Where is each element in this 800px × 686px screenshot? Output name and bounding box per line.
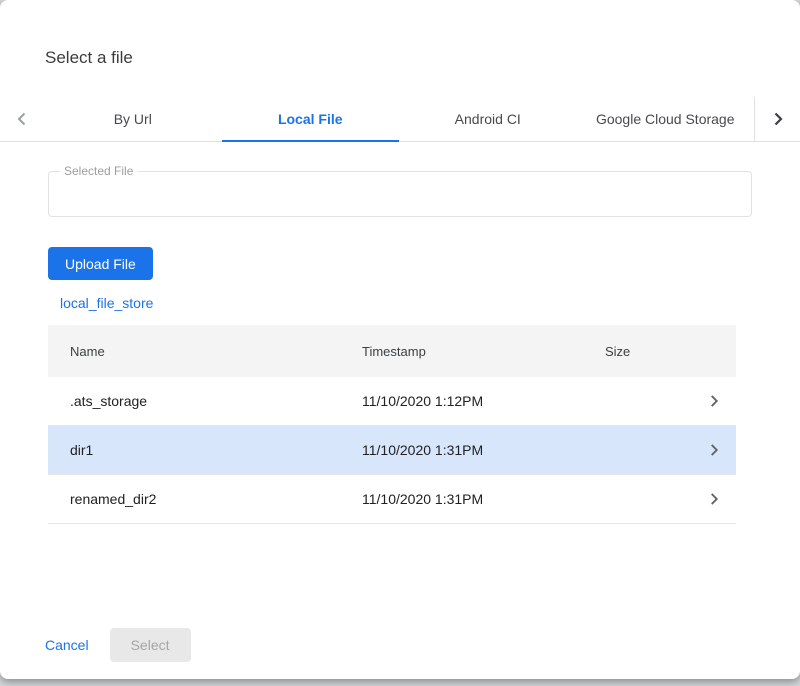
cell-timestamp: 11/10/2020 1:31PM: [362, 442, 605, 458]
upload-file-button[interactable]: Upload File: [48, 247, 153, 280]
selected-file-field[interactable]: Selected File: [48, 171, 752, 217]
select-button[interactable]: Select: [110, 628, 191, 662]
cell-chevron: [692, 390, 736, 412]
tab-bar: By Url Local File Android CI Google Clou…: [0, 97, 800, 142]
tabs: By Url Local File Android CI Google Clou…: [44, 97, 754, 141]
cell-timestamp: 11/10/2020 1:12PM: [362, 393, 605, 409]
tab-label: Local File: [278, 111, 343, 127]
tab-local-file[interactable]: Local File: [222, 97, 400, 141]
column-header-size: Size: [605, 344, 692, 359]
tabs-scroll-left-button[interactable]: [0, 97, 44, 141]
chevron-right-icon: [703, 488, 725, 510]
tab-label: Google Cloud Storage: [596, 111, 735, 127]
tab-google-cloud-storage[interactable]: Google Cloud Storage: [577, 97, 755, 141]
cell-name: .ats_storage: [48, 393, 362, 409]
cell-chevron: [692, 439, 736, 461]
selected-file-field-label: Selected File: [60, 164, 137, 178]
cell-name: dir1: [48, 442, 362, 458]
selected-file-input[interactable]: [49, 172, 751, 216]
cell-name: renamed_dir2: [48, 491, 362, 507]
chevron-right-icon: [766, 107, 790, 131]
dialog-title: Select a file: [45, 48, 800, 68]
table-row-renamed-dir2[interactable]: renamed_dir2 11/10/2020 1:31PM: [48, 475, 736, 524]
cell-timestamp: 11/10/2020 1:31PM: [362, 491, 605, 507]
chevron-right-icon: [703, 390, 725, 412]
chevron-right-icon: [703, 439, 725, 461]
column-header-name: Name: [48, 344, 362, 359]
select-file-dialog: Select a file By Url Local File Android …: [0, 0, 800, 679]
column-header-timestamp: Timestamp: [362, 344, 605, 359]
table-header-row: Name Timestamp Size: [48, 325, 736, 377]
tab-label: By Url: [114, 111, 152, 127]
breadcrumb-local-file-store[interactable]: local_file_store: [60, 295, 153, 311]
cell-chevron: [692, 488, 736, 510]
tab-by-url[interactable]: By Url: [44, 97, 222, 141]
tab-label: Android CI: [455, 111, 521, 127]
cancel-button[interactable]: Cancel: [45, 637, 89, 653]
table-row-dir1[interactable]: dir1 11/10/2020 1:31PM: [48, 426, 736, 475]
chevron-left-icon: [10, 107, 34, 131]
file-table: Name Timestamp Size .ats_storage 11/10/2…: [48, 325, 736, 524]
tabs-scroll-right-button[interactable]: [754, 97, 800, 141]
dialog-actions: Cancel Select: [45, 628, 191, 662]
dialog-content: Selected File Upload File local_file_sto…: [0, 171, 800, 524]
table-row-ats-storage[interactable]: .ats_storage 11/10/2020 1:12PM: [48, 377, 736, 426]
tab-android-ci[interactable]: Android CI: [399, 97, 577, 141]
